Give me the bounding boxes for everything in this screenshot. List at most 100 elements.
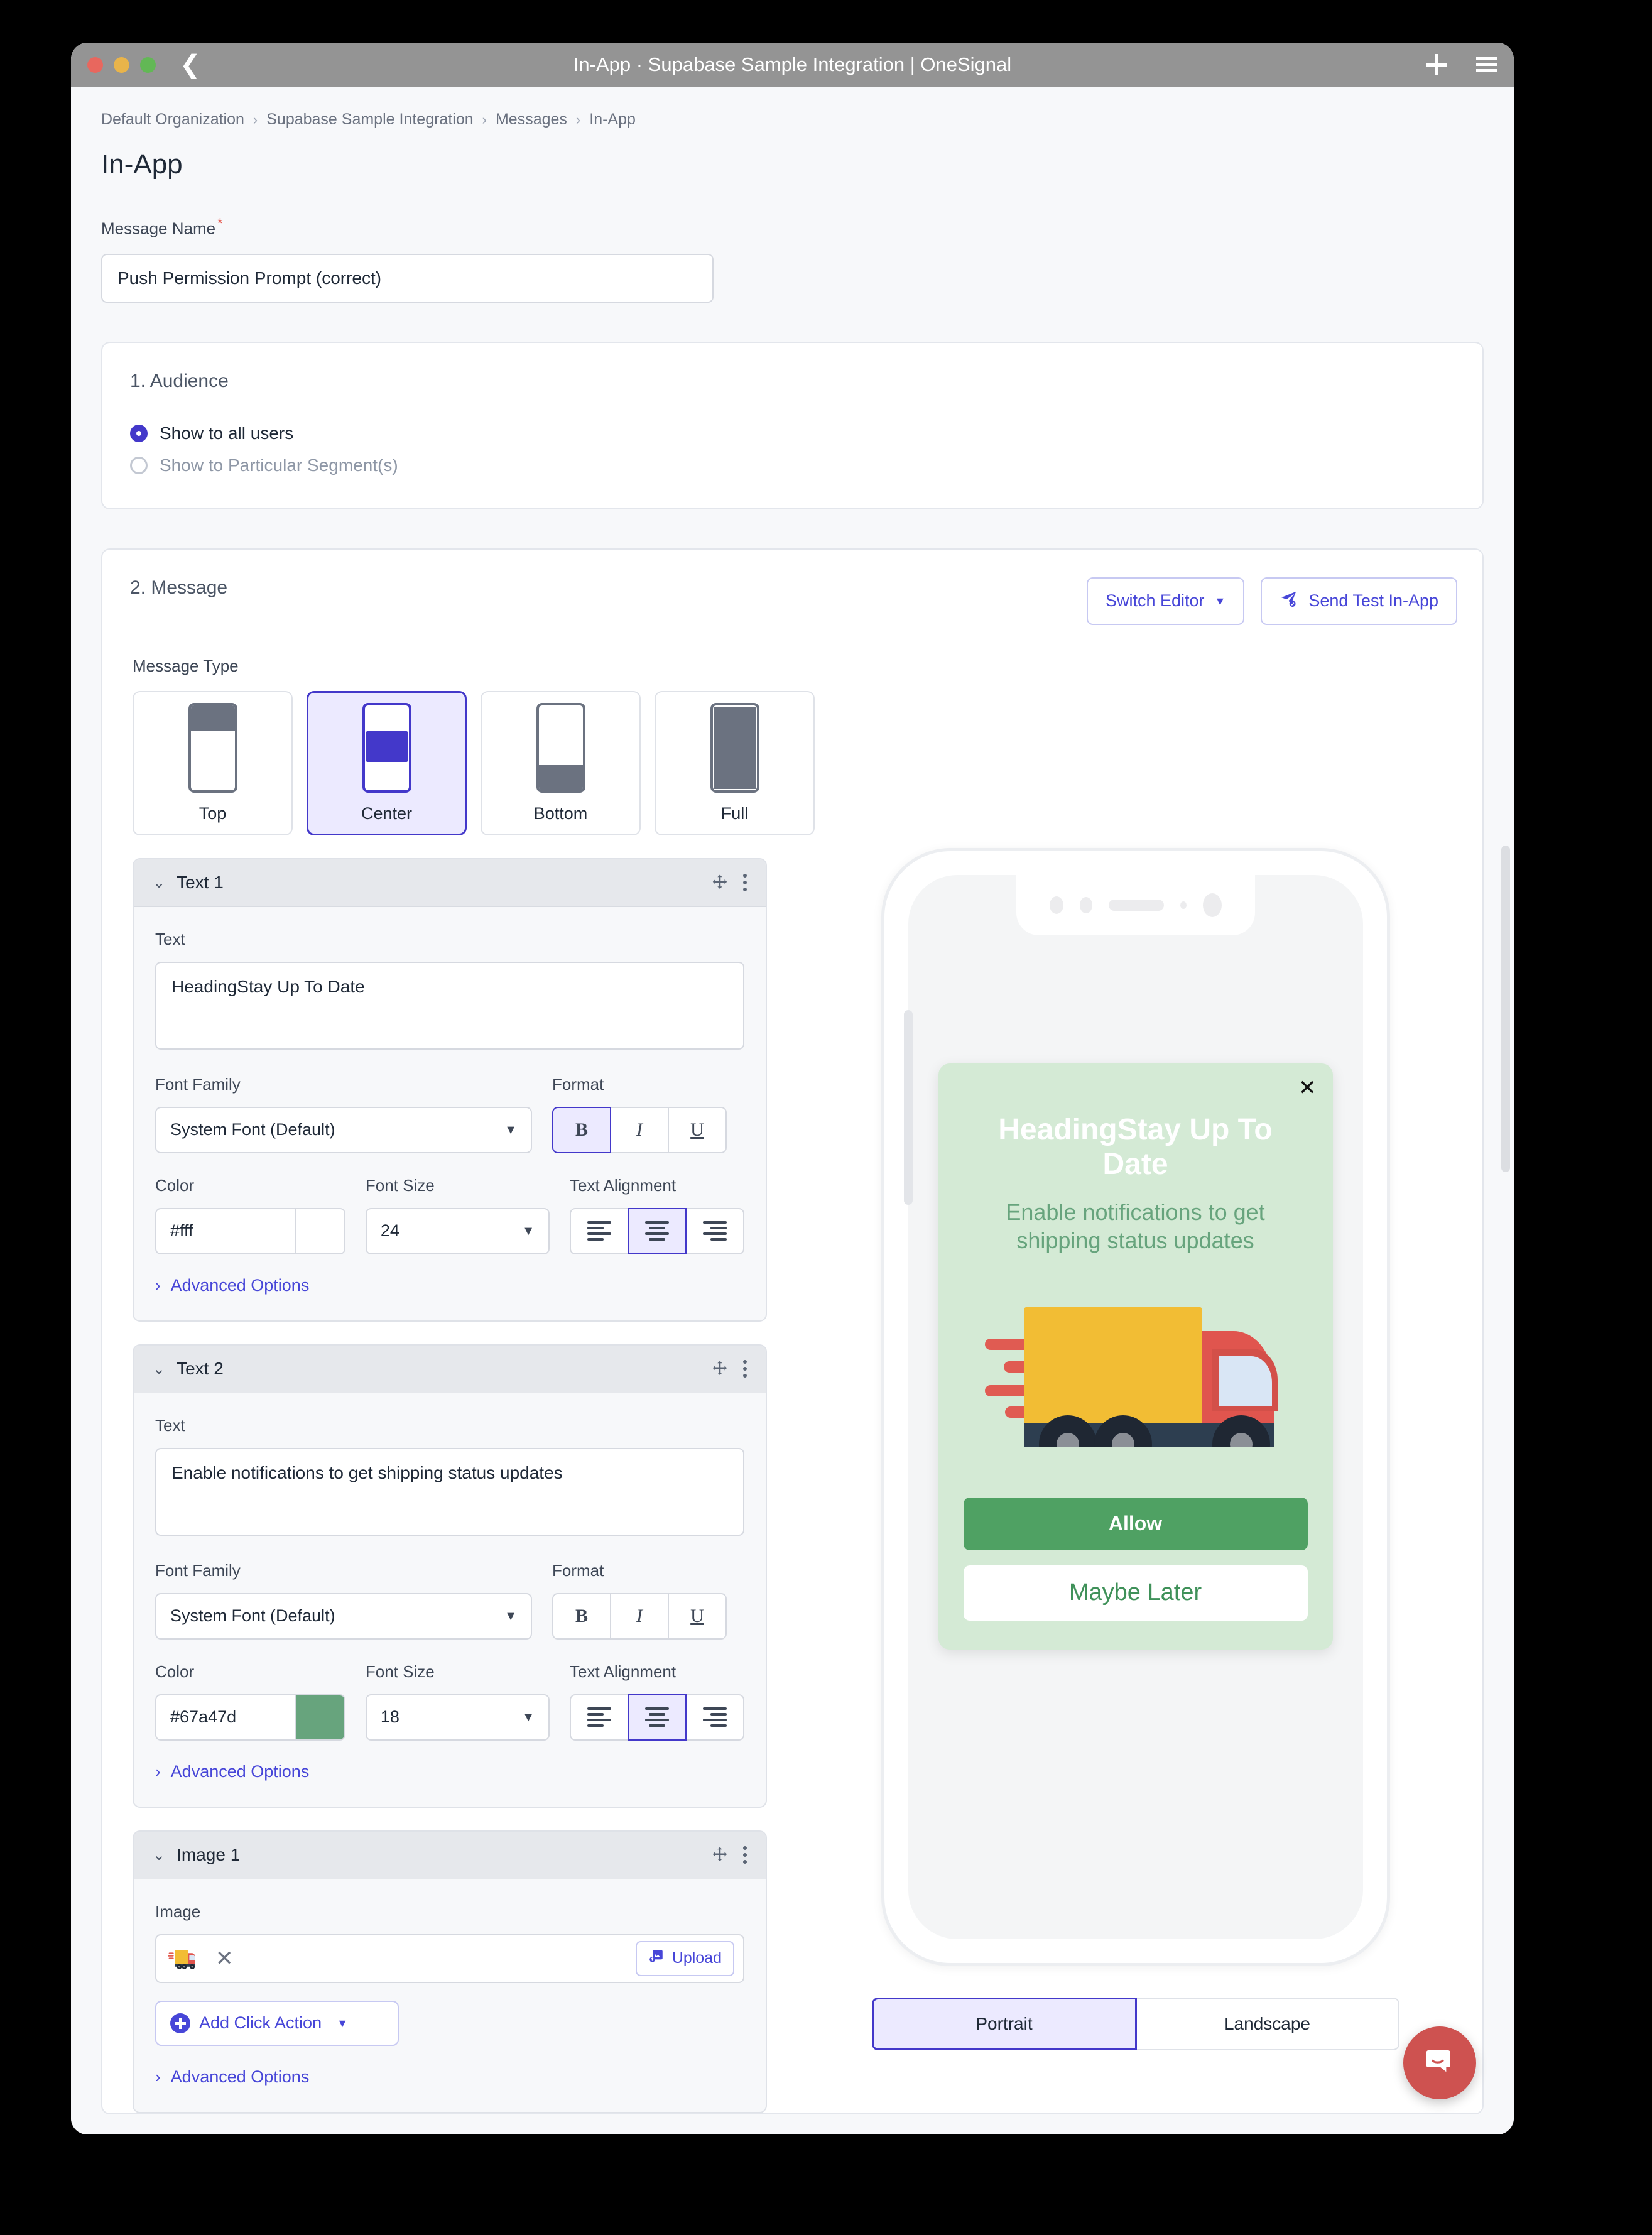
text1-panel: ⌄ Text 1 Text HeadingStay Up To bbox=[133, 858, 767, 1322]
chevron-down-icon: ▼ bbox=[504, 1610, 517, 1623]
element-editor-column: ⌄ Text 1 Text HeadingStay Up To bbox=[133, 835, 767, 2113]
text2-color-label: Color bbox=[155, 1662, 345, 1682]
breadcrumb: Default Organization › Supabase Sample I… bbox=[71, 87, 1514, 129]
more-options-icon[interactable] bbox=[743, 874, 747, 891]
text1-color-value[interactable]: #fff bbox=[156, 1209, 295, 1253]
text1-color-swatch[interactable] bbox=[295, 1209, 344, 1253]
text1-font-size-label: Font Size bbox=[366, 1176, 550, 1195]
breadcrumb-item-messages[interactable]: Messages bbox=[496, 111, 567, 129]
text2-text-input[interactable]: Enable notifications to get shipping sta… bbox=[155, 1448, 744, 1536]
text1-advanced-options-toggle[interactable]: › Advanced Options bbox=[155, 1276, 744, 1295]
window-titlebar: ❮ In-App · Supabase Sample Integration |… bbox=[71, 43, 1514, 87]
text2-font-family-select[interactable]: System Font (Default) ▼ bbox=[155, 1593, 532, 1640]
breadcrumb-item-app[interactable]: Supabase Sample Integration bbox=[266, 111, 473, 129]
chevron-down-icon[interactable]: ⌄ bbox=[153, 1360, 165, 1378]
image1-file-row: ✕ Upload bbox=[155, 1934, 744, 1983]
text1-text-input[interactable]: HeadingStay Up To Date bbox=[155, 962, 744, 1050]
phone-preview-frame: ✕ HeadingStay Up To Date Enable notifica… bbox=[881, 848, 1390, 1966]
close-window-button[interactable] bbox=[87, 57, 103, 73]
more-options-icon[interactable] bbox=[743, 1846, 747, 1864]
clear-image-icon[interactable]: ✕ bbox=[215, 1948, 234, 1969]
switch-editor-button[interactable]: Switch Editor ▼ bbox=[1087, 577, 1244, 625]
text2-align-right-button[interactable] bbox=[685, 1694, 744, 1741]
text1-align-center-button[interactable] bbox=[628, 1208, 687, 1254]
hamburger-menu-icon[interactable] bbox=[1476, 57, 1497, 73]
close-icon[interactable]: ✕ bbox=[1298, 1077, 1317, 1099]
phone-top-icon bbox=[188, 703, 237, 793]
more-options-icon[interactable] bbox=[743, 1360, 747, 1378]
text2-font-size-label: Font Size bbox=[366, 1662, 550, 1682]
move-handle-icon[interactable] bbox=[710, 873, 729, 892]
text1-panel-header[interactable]: ⌄ Text 1 bbox=[134, 859, 766, 907]
chevron-down-icon: ▼ bbox=[337, 2018, 348, 2029]
text2-align-center-button[interactable] bbox=[628, 1694, 687, 1741]
text2-alignment-label: Text Alignment bbox=[570, 1662, 744, 1682]
page-scrollbar-thumb[interactable] bbox=[1501, 846, 1510, 1172]
text2-format-group: B I U bbox=[552, 1593, 744, 1640]
align-center-icon bbox=[645, 1707, 669, 1727]
chevron-right-icon: › bbox=[155, 2067, 161, 2087]
text1-advanced-options-label: Advanced Options bbox=[171, 1276, 310, 1295]
message-type-full[interactable]: Full bbox=[655, 691, 815, 835]
plus-icon[interactable] bbox=[1426, 54, 1447, 75]
move-handle-icon[interactable] bbox=[710, 1846, 729, 1864]
text1-bold-button[interactable]: B bbox=[552, 1107, 611, 1153]
message-type-top[interactable]: Top bbox=[133, 691, 293, 835]
preview-allow-button[interactable]: Allow bbox=[964, 1498, 1308, 1550]
text2-align-left-button[interactable] bbox=[570, 1694, 629, 1741]
message-name-label: Message Name* bbox=[101, 215, 1514, 239]
send-test-in-app-button[interactable]: Send Test In-App bbox=[1261, 577, 1457, 625]
upload-image-button[interactable]: Upload bbox=[636, 1941, 734, 1976]
text2-underline-button[interactable]: U bbox=[668, 1593, 727, 1640]
text1-font-family-select[interactable]: System Font (Default) ▼ bbox=[155, 1107, 532, 1153]
image1-panel: ⌄ Image 1 Image bbox=[133, 1830, 767, 2113]
back-chevron-icon[interactable]: ❮ bbox=[180, 52, 201, 77]
phone-screen: ✕ HeadingStay Up To Date Enable notifica… bbox=[908, 875, 1363, 1939]
orientation-landscape-button[interactable]: Landscape bbox=[1136, 1998, 1399, 2050]
orientation-portrait-button[interactable]: Portrait bbox=[872, 1998, 1137, 2050]
chevron-down-icon[interactable]: ⌄ bbox=[153, 1846, 165, 1864]
inner-scrollbar-thumb[interactable] bbox=[904, 1010, 913, 1205]
text1-font-size-select[interactable]: 24 ▼ bbox=[366, 1208, 550, 1254]
audience-option-segments[interactable]: Show to Particular Segment(s) bbox=[102, 455, 1482, 508]
text2-advanced-options-toggle[interactable]: › Advanced Options bbox=[155, 1762, 744, 1781]
intercom-chat-launcher-button[interactable] bbox=[1403, 2026, 1476, 2099]
message-name-input[interactable]: Push Permission Prompt (correct) bbox=[101, 254, 714, 303]
text1-align-left-button[interactable] bbox=[570, 1208, 629, 1254]
text2-color-field[interactable]: #67a47d bbox=[155, 1694, 345, 1741]
preview-maybe-later-button[interactable]: Maybe Later bbox=[964, 1565, 1308, 1621]
text1-align-right-button[interactable] bbox=[685, 1208, 744, 1254]
text2-italic-button[interactable]: I bbox=[610, 1593, 669, 1640]
text2-color-swatch[interactable] bbox=[295, 1695, 344, 1739]
text1-italic-button[interactable]: I bbox=[610, 1107, 669, 1153]
breadcrumb-item-inapp[interactable]: In-App bbox=[589, 111, 636, 129]
radio-icon-unselected[interactable] bbox=[130, 457, 148, 474]
switch-editor-label: Switch Editor bbox=[1106, 591, 1205, 611]
orientation-toggle-group: Portrait Landscape bbox=[872, 1998, 1399, 2050]
text2-color-value[interactable]: #67a47d bbox=[156, 1695, 295, 1739]
speaker-icon bbox=[1109, 900, 1164, 911]
image1-advanced-options-toggle[interactable]: › Advanced Options bbox=[155, 2067, 744, 2087]
message-card: 2. Message Switch Editor ▼ Send Test In-… bbox=[101, 548, 1484, 2114]
text2-text-label: Text bbox=[155, 1416, 744, 1435]
chevron-down-icon[interactable]: ⌄ bbox=[153, 874, 165, 892]
browser-window: ❮ In-App · Supabase Sample Integration |… bbox=[71, 43, 1514, 2134]
maximize-window-button[interactable] bbox=[140, 57, 156, 73]
text1-color-field[interactable]: #fff bbox=[155, 1208, 345, 1254]
image1-panel-header[interactable]: ⌄ Image 1 bbox=[134, 1832, 766, 1879]
text1-underline-button[interactable]: U bbox=[668, 1107, 727, 1153]
image1-image-label: Image bbox=[155, 1902, 744, 1922]
audience-option-all-users[interactable]: Show to all users bbox=[102, 423, 1482, 443]
text2-font-size-select[interactable]: 18 ▼ bbox=[366, 1694, 550, 1741]
radio-icon-selected[interactable] bbox=[130, 425, 148, 442]
move-handle-icon[interactable] bbox=[710, 1359, 729, 1378]
breadcrumb-item-org[interactable]: Default Organization bbox=[101, 111, 244, 129]
minimize-window-button[interactable] bbox=[114, 57, 129, 73]
message-type-center[interactable]: Center bbox=[307, 691, 467, 835]
message-type-bottom[interactable]: Bottom bbox=[481, 691, 641, 835]
text2-bold-button[interactable]: B bbox=[552, 1593, 611, 1640]
text2-panel-header[interactable]: ⌄ Text 2 bbox=[134, 1346, 766, 1393]
add-click-action-button[interactable]: Add Click Action ▼ bbox=[155, 2001, 399, 2046]
chevron-right-icon: › bbox=[155, 1276, 161, 1295]
audience-option-segments-label: Show to Particular Segment(s) bbox=[160, 455, 398, 476]
